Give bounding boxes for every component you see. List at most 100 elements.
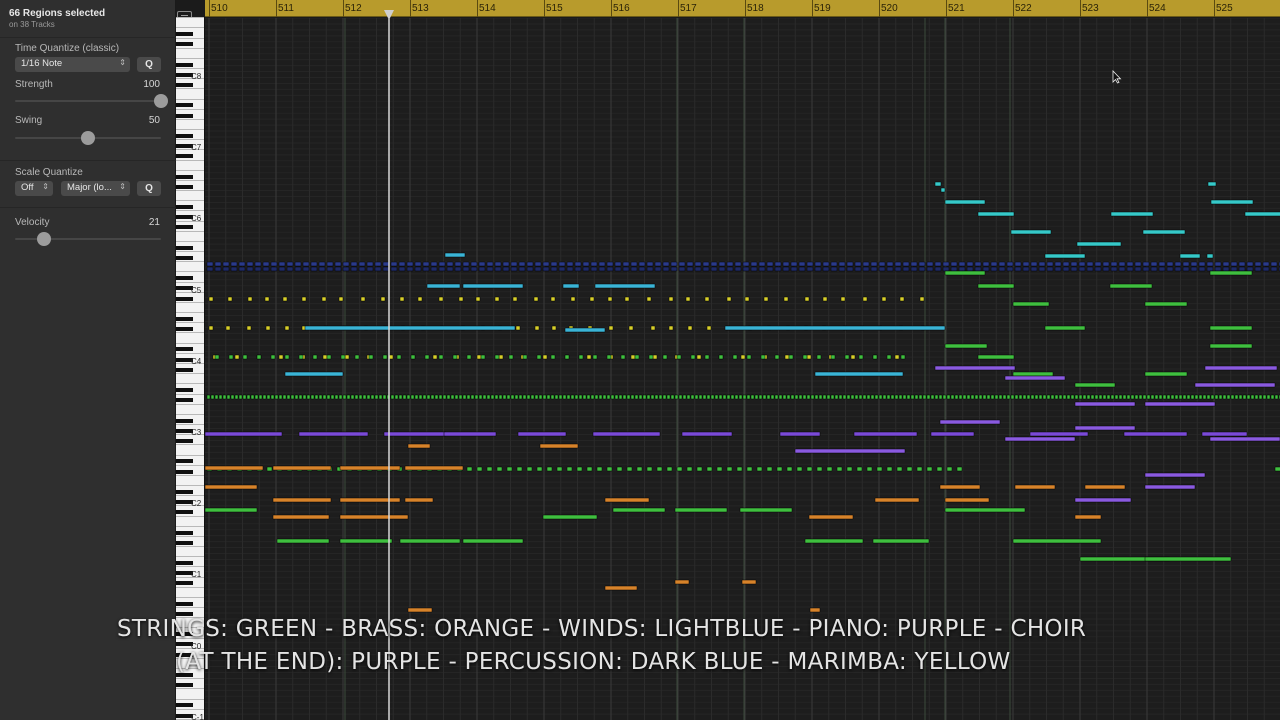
black-key[interactable] bbox=[176, 276, 193, 281]
midi-note bbox=[846, 261, 854, 267]
midi-note bbox=[872, 354, 878, 360]
black-key[interactable] bbox=[176, 103, 193, 108]
black-key[interactable] bbox=[176, 225, 193, 230]
scale-quantize-button[interactable]: Q bbox=[137, 181, 161, 196]
midi-note bbox=[230, 394, 235, 400]
strength-slider[interactable] bbox=[15, 94, 168, 108]
midi-note bbox=[494, 394, 499, 400]
black-key[interactable] bbox=[176, 154, 193, 159]
midi-note bbox=[344, 354, 350, 360]
midi-note bbox=[1138, 394, 1143, 400]
midi-note bbox=[818, 394, 823, 400]
swing-slider-knob[interactable] bbox=[81, 131, 95, 145]
black-key[interactable] bbox=[176, 174, 193, 179]
white-key-divider bbox=[176, 179, 204, 181]
midi-note bbox=[452, 354, 458, 360]
black-key[interactable] bbox=[176, 316, 193, 321]
black-key[interactable] bbox=[176, 601, 193, 606]
midi-note bbox=[634, 354, 640, 360]
bar-ruler[interactable]: 510 511 512 513 514 515 516 517 518 519 520 521 522 5… bbox=[205, 0, 1280, 20]
black-key[interactable] bbox=[176, 683, 193, 688]
midi-note bbox=[881, 296, 887, 302]
midi-note bbox=[702, 261, 710, 267]
black-key[interactable] bbox=[176, 83, 193, 87]
velocity-slider-knob[interactable] bbox=[37, 232, 52, 246]
black-key[interactable] bbox=[176, 113, 193, 118]
midi-note bbox=[205, 465, 264, 471]
midi-note bbox=[1058, 394, 1063, 400]
black-key[interactable] bbox=[176, 530, 193, 535]
black-key[interactable] bbox=[176, 510, 193, 515]
velocity-slider[interactable] bbox=[15, 232, 161, 246]
scale-quantize-scale-select[interactable]: Major (lo... ⇕ bbox=[61, 181, 130, 196]
white-key-divider bbox=[176, 261, 204, 263]
midi-note bbox=[1102, 266, 1110, 272]
black-key[interactable] bbox=[176, 439, 193, 443]
black-key[interactable] bbox=[176, 418, 193, 423]
midi-note bbox=[564, 354, 570, 360]
midi-note bbox=[322, 354, 328, 360]
caption-line-1: STRINGS: GREEN - BRASS: ORANGE - WINDS: … bbox=[117, 616, 1087, 642]
midi-note bbox=[470, 266, 478, 272]
midi-note bbox=[742, 261, 750, 267]
midi-note bbox=[378, 394, 383, 400]
midi-note bbox=[1030, 261, 1038, 267]
time-quantize-button[interactable]: Q bbox=[137, 57, 161, 72]
strength-slider-knob[interactable] bbox=[154, 94, 168, 108]
piano-keyboard[interactable]: C8 C7 C6 C5 C4 C3 C2 C1 C0 C-1 bbox=[176, 17, 205, 720]
midi-note bbox=[896, 466, 903, 472]
black-key[interactable] bbox=[176, 255, 193, 260]
midi-note bbox=[810, 394, 815, 400]
black-key[interactable] bbox=[176, 489, 193, 494]
octave-label-C8: C8 bbox=[191, 72, 202, 81]
scale-quantize-mode-select[interactable]: Off ⇕ bbox=[15, 181, 53, 196]
black-key[interactable] bbox=[176, 367, 193, 372]
black-key[interactable] bbox=[176, 459, 193, 464]
midi-note bbox=[1070, 394, 1075, 400]
midi-note bbox=[1190, 394, 1195, 400]
note-canvas[interactable] bbox=[205, 18, 1280, 720]
midi-note bbox=[1110, 211, 1154, 217]
midi-note bbox=[522, 394, 527, 400]
piano-roll-grid[interactable] bbox=[205, 18, 1280, 720]
black-key[interactable] bbox=[176, 540, 193, 545]
midi-note bbox=[846, 466, 853, 472]
black-key[interactable] bbox=[176, 42, 193, 47]
black-key[interactable] bbox=[176, 581, 193, 586]
black-key[interactable] bbox=[176, 296, 193, 301]
midi-note bbox=[806, 266, 814, 272]
bar-number-520: 520 bbox=[881, 3, 898, 14]
black-key[interactable] bbox=[176, 133, 193, 138]
midi-note bbox=[284, 354, 290, 360]
midi-note bbox=[542, 394, 547, 400]
time-quantize-select[interactable]: 1/16 Note ⇕ bbox=[15, 57, 130, 72]
midi-note bbox=[604, 585, 638, 591]
black-key[interactable] bbox=[176, 398, 193, 403]
black-key[interactable] bbox=[176, 561, 193, 566]
swing-slider[interactable] bbox=[15, 131, 161, 145]
bar-tick bbox=[611, 0, 612, 17]
black-key[interactable] bbox=[176, 469, 193, 474]
midi-note bbox=[870, 266, 878, 272]
midi-note bbox=[382, 394, 387, 400]
midi-note bbox=[850, 354, 856, 360]
black-key[interactable] bbox=[176, 62, 193, 67]
black-key[interactable] bbox=[176, 205, 193, 210]
midi-note bbox=[836, 466, 843, 472]
midi-note bbox=[990, 394, 995, 400]
black-key[interactable] bbox=[176, 703, 193, 708]
midi-note bbox=[590, 261, 598, 267]
black-key[interactable] bbox=[176, 388, 193, 393]
midi-note bbox=[350, 261, 358, 267]
midi-note bbox=[1076, 241, 1122, 247]
black-key[interactable] bbox=[176, 184, 193, 189]
black-key[interactable] bbox=[176, 327, 193, 332]
midi-note bbox=[228, 354, 234, 360]
midi-note bbox=[1209, 436, 1280, 442]
midi-note bbox=[358, 266, 366, 272]
midi-note bbox=[1170, 394, 1175, 400]
midi-note bbox=[977, 283, 1015, 289]
black-key[interactable] bbox=[176, 32, 193, 37]
black-key[interactable] bbox=[176, 347, 193, 352]
black-key[interactable] bbox=[176, 245, 193, 250]
